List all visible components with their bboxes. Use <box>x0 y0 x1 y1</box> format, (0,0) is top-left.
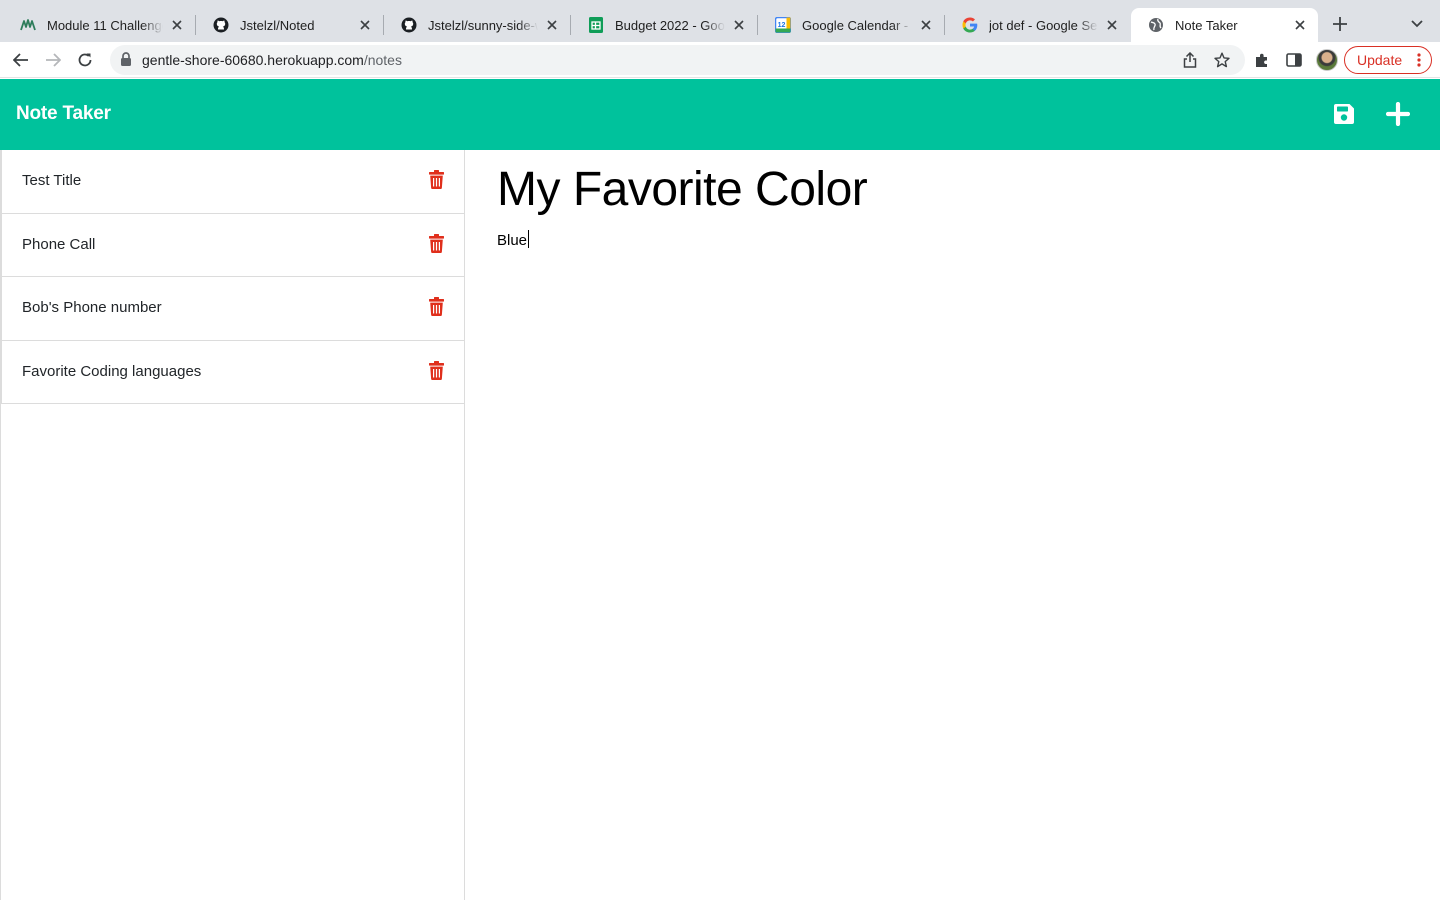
profile-avatar[interactable] <box>1316 49 1338 71</box>
close-tab-icon[interactable] <box>918 17 934 33</box>
note-list-item[interactable]: Phone Call <box>1 213 464 277</box>
note-item-title[interactable]: Favorite Coding languages <box>22 363 201 380</box>
bootcamp-icon <box>20 17 36 33</box>
github-icon <box>401 17 417 33</box>
reload-icon[interactable] <box>73 48 97 72</box>
tab-search-chevron-down-icon[interactable] <box>1408 15 1426 33</box>
browser-tab[interactable]: Jstelzl/Noted <box>196 8 383 42</box>
calendar-icon: 12 <box>775 17 791 33</box>
url-path: /notes <box>363 52 402 68</box>
tab-title: Module 11 Challenge <box>47 17 163 33</box>
delete-trash-icon[interactable] <box>429 360 444 380</box>
browser-tab[interactable]: 12 Google Calendar - We <box>758 8 944 42</box>
svg-text:12: 12 <box>778 22 786 29</box>
close-tab-icon[interactable] <box>544 17 560 33</box>
browser-tab[interactable]: Budget 2022 - Google <box>571 8 757 42</box>
close-tab-icon[interactable] <box>1104 17 1120 33</box>
save-note-icon[interactable] <box>1330 100 1358 128</box>
browser-tab-active[interactable]: Note Taker <box>1131 8 1318 42</box>
tab-title: jot def - Google Searc <box>989 17 1098 33</box>
app-brand[interactable]: Note Taker <box>16 103 111 125</box>
star-bookmark-icon[interactable] <box>1212 50 1232 70</box>
text-caret <box>528 230 530 248</box>
back-arrow-icon[interactable] <box>9 48 33 72</box>
note-list-item[interactable]: Test Title <box>1 150 464 214</box>
kebab-menu-icon <box>1417 53 1421 67</box>
globe-icon <box>1148 17 1164 33</box>
note-item-title[interactable]: Bob's Phone number <box>22 299 162 316</box>
share-icon[interactable] <box>1180 50 1200 70</box>
close-tab-icon[interactable] <box>169 17 185 33</box>
lock-icon[interactable] <box>120 52 134 68</box>
note-textarea[interactable]: Blue <box>497 230 530 249</box>
tab-title: Jstelzl/Noted <box>240 17 315 33</box>
close-tab-icon[interactable] <box>731 17 747 33</box>
note-list-item[interactable]: Bob's Phone number <box>1 277 464 341</box>
url-text[interactable]: gentle-shore-60680.herokuapp.com/notes <box>142 52 402 68</box>
address-bar[interactable]: gentle-shore-60680.herokuapp.com/notes <box>110 45 1245 75</box>
note-item-title[interactable]: Phone Call <box>22 236 95 253</box>
tab-title: Jstelzl/sunny-side-we <box>428 17 538 33</box>
forward-arrow-icon[interactable] <box>41 48 65 72</box>
new-note-plus-icon[interactable] <box>1384 100 1412 128</box>
google-icon <box>962 17 978 33</box>
close-tab-icon[interactable] <box>357 17 373 33</box>
note-title-input[interactable]: My Favorite Color <box>497 162 868 217</box>
browser-toolbar: gentle-shore-60680.herokuapp.com/notes U… <box>0 42 1440 78</box>
tab-title: Note Taker <box>1175 17 1238 33</box>
delete-trash-icon[interactable] <box>429 170 444 189</box>
github-icon <box>213 17 229 33</box>
new-tab-button[interactable] <box>1329 13 1351 35</box>
sheets-icon <box>588 17 604 33</box>
close-tab-icon[interactable] <box>1292 17 1308 33</box>
app-navbar: Note Taker <box>0 79 1440 150</box>
extensions-puzzle-icon[interactable] <box>1252 50 1272 70</box>
side-panel-icon[interactable] <box>1284 50 1304 70</box>
note-item-title[interactable]: Test Title <box>22 172 81 189</box>
delete-trash-icon[interactable] <box>429 233 444 253</box>
browser-tab[interactable]: Module 11 Challenge <box>3 8 195 42</box>
tab-title: Google Calendar - We <box>802 17 912 33</box>
delete-trash-icon[interactable] <box>429 297 444 316</box>
note-editor: My Favorite Color Blue <box>465 150 1440 900</box>
note-list-item[interactable]: Favorite Coding languages <box>1 340 464 404</box>
note-body-text: Blue <box>497 232 528 249</box>
update-label: Update <box>1357 52 1403 68</box>
browser-tab[interactable]: Jstelzl/sunny-side-we <box>384 8 570 42</box>
browser-tab[interactable]: jot def - Google Searc <box>945 8 1130 42</box>
url-host: gentle-shore-60680.herokuapp.com <box>142 52 364 68</box>
note-list-panel: Test Title Phone Call Bob's Phone number… <box>0 150 465 900</box>
note-list: Test Title Phone Call Bob's Phone number… <box>1 150 464 404</box>
browser-tab-strip: Module 11 Challenge Jstelzl/Noted Jstelz… <box>0 0 1440 42</box>
update-button[interactable]: Update <box>1344 46 1432 74</box>
tab-title: Budget 2022 - Google <box>615 17 725 33</box>
